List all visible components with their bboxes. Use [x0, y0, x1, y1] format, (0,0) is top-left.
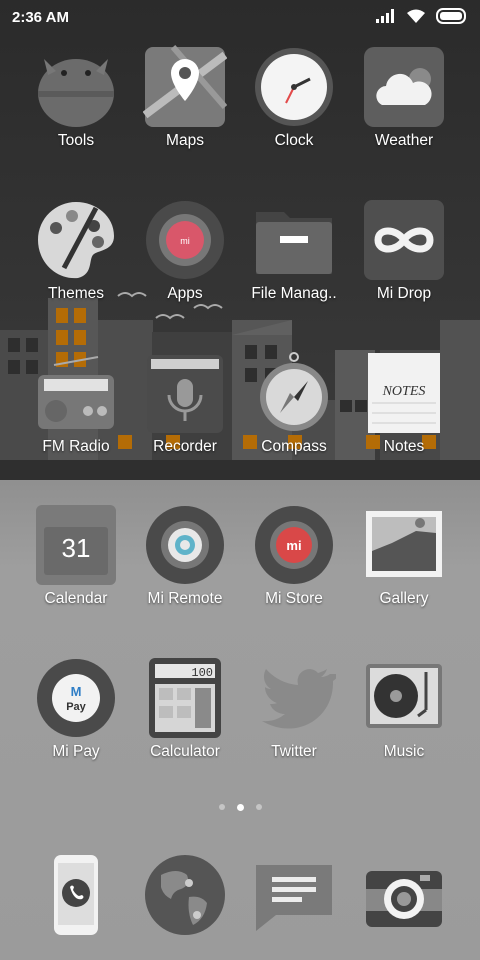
svg-text:M: M — [71, 684, 82, 699]
app-apps[interactable]: mi Apps — [130, 198, 240, 328]
app-mi-pay[interactable]: M Pay Mi Pay — [21, 656, 131, 786]
calendar-day: 31 — [62, 533, 91, 563]
app-label: Weather — [374, 132, 434, 149]
app-label: Recorder — [153, 438, 217, 455]
dock-phone[interactable] — [21, 853, 131, 953]
app-weather[interactable]: Weather — [349, 45, 459, 175]
app-mi-store[interactable]: mi Mi Store — [239, 503, 349, 633]
app-label: Music — [383, 743, 425, 760]
wifi-icon — [407, 9, 425, 23]
store-icon-text: mi — [286, 538, 301, 553]
app-label: Notes — [383, 438, 425, 455]
radio-icon — [38, 356, 114, 429]
battery-icon — [436, 8, 466, 24]
app-gallery[interactable]: Gallery — [349, 503, 459, 633]
status-time: 2:36 AM — [12, 9, 69, 26]
weather-icon — [364, 47, 444, 127]
store-icon: mi — [255, 506, 333, 584]
calculator-icon: 100 — [149, 658, 221, 738]
folder-icon — [256, 212, 332, 274]
signal-icon — [376, 9, 394, 23]
notes-icon-text: NOTES — [382, 384, 426, 399]
tools-icon — [38, 59, 114, 127]
app-label: Compass — [261, 438, 327, 455]
dock-messaging[interactable] — [239, 853, 349, 953]
dock-camera[interactable] — [349, 853, 459, 953]
calendar-icon: 31 — [36, 505, 116, 585]
app-file-manager[interactable]: File Manag.. — [239, 198, 349, 328]
status-bar: 2:36 AM — [0, 0, 480, 34]
app-music[interactable]: Music — [349, 656, 459, 786]
app-label: Mi Remote — [147, 590, 223, 607]
notes-icon: NOTES — [368, 353, 440, 433]
app-label: Calculator — [150, 743, 220, 760]
remote-icon — [146, 506, 224, 584]
app-label: Themes — [48, 285, 104, 302]
app-recorder[interactable]: Recorder — [130, 351, 240, 481]
page-dot[interactable] — [255, 804, 262, 810]
app-label: Mi Pay — [52, 743, 100, 760]
app-label: Twitter — [271, 743, 317, 760]
app-notes[interactable]: NOTES Notes — [349, 351, 459, 481]
app-twitter[interactable]: Twitter — [239, 656, 349, 786]
app-label: File Manag.. — [251, 285, 337, 302]
app-compass[interactable]: Compass — [239, 351, 349, 481]
app-label: Mi Drop — [376, 285, 432, 302]
compass-icon — [260, 352, 328, 431]
app-label: Calendar — [44, 590, 108, 607]
page-dot-active[interactable] — [236, 803, 244, 811]
app-label: FM Radio — [42, 438, 110, 455]
app-themes[interactable]: Themes — [21, 198, 131, 328]
palette-icon — [38, 202, 114, 279]
app-clock[interactable]: Clock — [239, 45, 349, 175]
apps-icon: mi — [146, 201, 224, 279]
calculator-display: 100 — [191, 666, 213, 680]
app-mi-remote[interactable]: Mi Remote — [130, 503, 240, 633]
app-maps[interactable]: Maps — [130, 45, 240, 175]
mipay-icon: M Pay — [37, 659, 115, 737]
app-calculator[interactable]: 100 Calculator — [130, 656, 240, 786]
app-label: Maps — [166, 132, 204, 149]
phone-icon — [54, 855, 98, 935]
turntable-icon — [366, 664, 442, 728]
app-calendar[interactable]: 31 Calendar — [21, 503, 131, 633]
app-fm-radio[interactable]: FM Radio — [21, 351, 131, 481]
microphone-icon — [147, 355, 223, 433]
app-tools[interactable]: Tools — [21, 45, 131, 175]
app-label: Clock — [274, 132, 314, 149]
maps-icon — [142, 45, 228, 127]
app-label: Apps — [167, 285, 203, 302]
gallery-icon — [366, 511, 442, 577]
app-mi-drop[interactable]: Mi Drop — [349, 198, 459, 328]
message-icon — [256, 865, 332, 931]
infinity-icon — [364, 200, 444, 280]
mipay-icon-text: Pay — [66, 701, 86, 713]
app-label: Gallery — [379, 590, 429, 607]
dock-browser[interactable] — [130, 853, 240, 953]
page-dot[interactable] — [218, 804, 225, 810]
globe-icon — [145, 855, 225, 935]
app-label: Tools — [57, 132, 95, 149]
twitter-icon — [262, 669, 340, 729]
camera-icon — [366, 871, 442, 927]
page-indicator — [0, 800, 480, 814]
svg-text:mi: mi — [180, 236, 190, 246]
clock-icon — [255, 48, 333, 126]
app-label: Mi Store — [265, 590, 323, 607]
